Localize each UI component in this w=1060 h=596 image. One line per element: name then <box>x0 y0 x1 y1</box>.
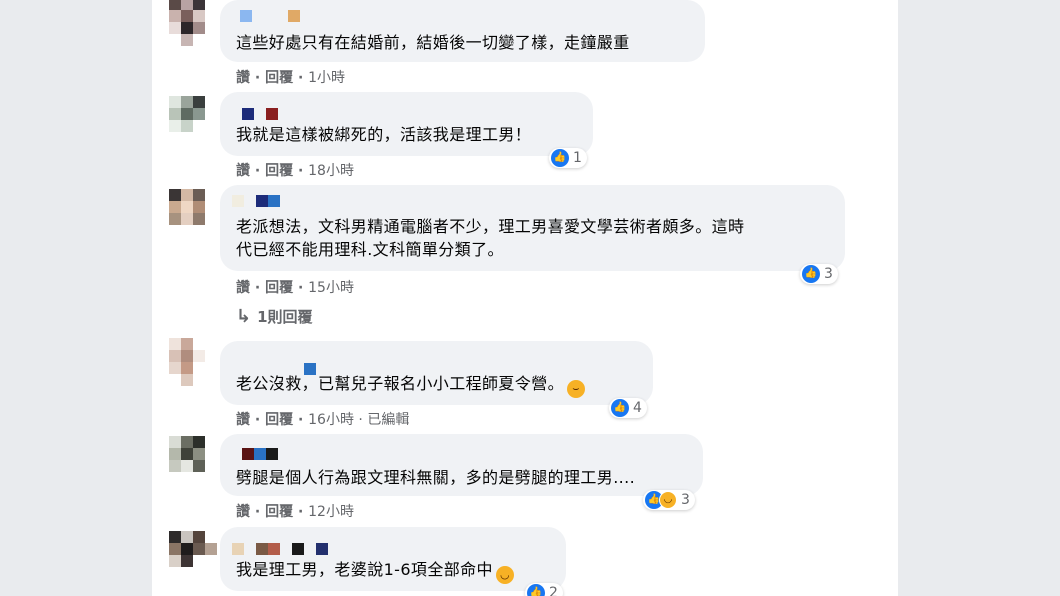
reaction-summary[interactable]: 👍 2 <box>525 583 563 596</box>
comment-actions[interactable]: 讚 · 回覆 · <box>236 280 308 296</box>
comment-bubble: 老派想法，文科男精通電腦者不少，理工男喜愛文學芸術者頗多。這時 代已經不能用理科… <box>220 185 845 271</box>
comment-time[interactable]: 18小時 <box>308 163 354 179</box>
comment-meta: 讚 · 回覆 · 1小時 <box>236 67 345 87</box>
reaction-count: 3 <box>681 492 690 508</box>
comment-feed: 這些好處只有在結婚前，結婚後一切變了樣，走鐘嚴重 讚 · 回覆 · 1小時 我就… <box>152 0 898 596</box>
grinning-emoji-icon: ◡ <box>495 566 514 584</box>
comment-bubble: 我是理工男，老婆說1-6項全部命中 ◡ <box>220 527 566 591</box>
reaction-summary[interactable]: 👍 4 <box>609 398 647 418</box>
reaction-count: 2 <box>549 585 558 596</box>
comment-bubble: 劈腿是個人行為跟文理科無關，多的是劈腿的理工男.... <box>220 434 703 496</box>
comment-bubble: 這些好處只有在結婚前，結婚後一切變了樣，走鐘嚴重 <box>220 0 705 62</box>
comment-text: 老派想法，文科男精通電腦者不少，理工男喜愛文學芸術者頗多。這時 <box>236 217 745 236</box>
comment-meta: 讚 · 回覆 · 15小時 <box>236 277 354 297</box>
comment-meta: 讚 · 回覆 · 16小時 · 已編輯 <box>236 409 409 429</box>
comment-time[interactable]: 1小時 <box>308 70 345 86</box>
reaction-summary[interactable]: 👍 1 <box>549 148 587 168</box>
reaction-summary[interactable]: 👍 3 <box>800 264 838 284</box>
comment-time[interactable]: 15小時 <box>308 280 354 296</box>
rofl-emoji-icon: ⌣ <box>567 380 586 398</box>
reaction-summary[interactable]: 👍 ◡ 3 <box>643 490 695 510</box>
comment-text: 我就是這樣被綁死的，活該我是理工男！ <box>236 125 532 144</box>
comment-actions[interactable]: 讚 · 回覆 · <box>236 504 308 520</box>
author-name[interactable] <box>242 448 302 460</box>
reaction-count: 4 <box>633 400 642 416</box>
avatar[interactable] <box>169 96 217 144</box>
thumbs-up-icon: 👍 <box>802 265 820 283</box>
avatar[interactable] <box>169 531 217 579</box>
comment-text: 老公沒救，已幫兒子報名小小工程師夏令營。 ⌣ <box>236 373 586 398</box>
laughing-face-icon: ◡ <box>659 491 677 509</box>
comment-meta: 讚 · 回覆 · 12小時 <box>236 501 354 521</box>
comment-bubble: 老公沒救，已幫兒子報名小小工程師夏令營。 ⌣ <box>220 341 653 405</box>
avatar[interactable] <box>169 0 217 46</box>
comment-meta: 讚 · 回覆 · 18小時 <box>236 160 354 180</box>
author-name[interactable] <box>242 108 282 120</box>
reaction-count: 1 <box>573 150 582 166</box>
comment-text: 我是理工男，老婆說1-6項全部命中 ◡ <box>236 559 514 584</box>
author-name[interactable] <box>240 10 320 22</box>
edited-label: · 已編輯 <box>353 412 410 428</box>
avatar[interactable] <box>169 189 217 237</box>
author-name[interactable] <box>232 543 332 555</box>
reply-arrow-icon: ↳ <box>236 306 252 327</box>
thumbs-up-icon: 👍 <box>611 399 629 417</box>
view-replies-link[interactable]: ↳ 1則回覆 <box>236 306 313 327</box>
comment-actions[interactable]: 讚 · 回覆 · <box>236 163 308 179</box>
avatar[interactable] <box>169 338 217 386</box>
comment-actions[interactable]: 讚 · 回覆 · <box>236 412 308 428</box>
author-name[interactable] <box>232 195 292 207</box>
comment-actions[interactable]: 讚 · 回覆 · <box>236 70 308 86</box>
comment-time[interactable]: 16小時 <box>308 412 354 428</box>
avatar[interactable] <box>169 436 217 484</box>
comment-text: 代已經不能用理科.文科簡單分類了。 <box>236 240 504 259</box>
reaction-count: 3 <box>824 266 833 282</box>
comment-text: 這些好處只有在結婚前，結婚後一切變了樣，走鐘嚴重 <box>236 33 630 52</box>
comment-bubble: 我就是這樣被綁死的，活該我是理工男！ <box>220 92 593 156</box>
comment-time[interactable]: 12小時 <box>308 504 354 520</box>
thumbs-up-icon: 👍 <box>527 584 545 596</box>
comment-text: 劈腿是個人行為跟文理科無關，多的是劈腿的理工男.... <box>236 468 636 487</box>
thumbs-up-icon: 👍 <box>551 149 569 167</box>
